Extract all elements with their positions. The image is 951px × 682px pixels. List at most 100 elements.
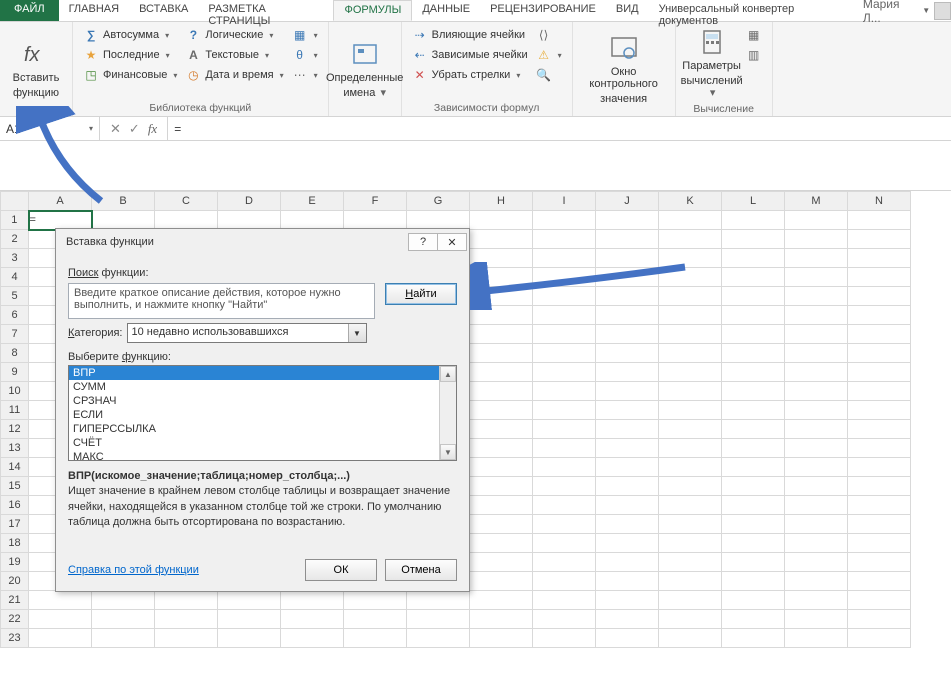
date-time-button[interactable]: ◷Дата и время▾ <box>183 66 285 84</box>
row-header[interactable]: 6 <box>1 306 29 325</box>
cell[interactable] <box>722 344 785 363</box>
row-header[interactable]: 3 <box>1 249 29 268</box>
cell[interactable] <box>470 287 533 306</box>
show-formulas-button[interactable]: ⟨⟩ <box>534 26 564 44</box>
cell[interactable] <box>848 439 911 458</box>
cell[interactable] <box>596 553 659 572</box>
cell[interactable] <box>533 420 596 439</box>
cell[interactable] <box>470 477 533 496</box>
cell[interactable] <box>848 363 911 382</box>
cell[interactable] <box>659 344 722 363</box>
cell[interactable] <box>533 401 596 420</box>
financial-button[interactable]: ◳Финансовые▾ <box>81 66 179 84</box>
cell[interactable] <box>533 287 596 306</box>
cell[interactable] <box>596 249 659 268</box>
cell[interactable] <box>659 439 722 458</box>
column-header[interactable]: F <box>344 192 407 211</box>
cell[interactable] <box>533 572 596 591</box>
cell[interactable] <box>785 268 848 287</box>
cell[interactable] <box>470 572 533 591</box>
cell[interactable] <box>596 325 659 344</box>
cell[interactable] <box>470 591 533 610</box>
cell[interactable] <box>848 344 911 363</box>
cell[interactable] <box>470 306 533 325</box>
cell[interactable] <box>596 515 659 534</box>
cell[interactable] <box>659 268 722 287</box>
cell[interactable] <box>281 610 344 629</box>
cell[interactable] <box>470 420 533 439</box>
cell[interactable] <box>848 496 911 515</box>
cell[interactable] <box>344 629 407 648</box>
row-header[interactable]: 13 <box>1 439 29 458</box>
cell[interactable] <box>722 287 785 306</box>
cell[interactable] <box>785 572 848 591</box>
cell[interactable] <box>596 477 659 496</box>
column-header[interactable]: E <box>281 192 344 211</box>
remove-arrows-button[interactable]: ✕Убрать стрелки▾ <box>410 66 530 84</box>
cell[interactable] <box>848 268 911 287</box>
cell[interactable] <box>596 401 659 420</box>
cell[interactable] <box>533 496 596 515</box>
cell[interactable] <box>470 382 533 401</box>
cell[interactable] <box>785 477 848 496</box>
column-header[interactable]: H <box>470 192 533 211</box>
function-list-item[interactable]: СЧЁТ <box>69 436 439 450</box>
cell[interactable] <box>155 211 218 230</box>
cell[interactable] <box>470 553 533 572</box>
cell[interactable] <box>407 610 470 629</box>
cell[interactable] <box>848 553 911 572</box>
cell[interactable] <box>848 382 911 401</box>
function-listbox[interactable]: ВПРСУММСРЗНАЧЕСЛИГИПЕРССЫЛКАСЧЁТМАКС ▲ ▼ <box>68 365 457 461</box>
cell[interactable] <box>659 610 722 629</box>
cell[interactable] <box>659 553 722 572</box>
trace-precedents-button[interactable]: ⇢Влияющие ячейки <box>410 26 530 44</box>
cell[interactable] <box>722 306 785 325</box>
calculation-options-button[interactable]: Параметры вычислений ▾ <box>682 24 742 102</box>
cell[interactable] <box>722 230 785 249</box>
cancel-button[interactable]: Отмена <box>385 559 457 581</box>
cell[interactable] <box>722 553 785 572</box>
cell[interactable] <box>659 591 722 610</box>
cell[interactable] <box>722 382 785 401</box>
cell[interactable] <box>596 458 659 477</box>
cell[interactable] <box>722 439 785 458</box>
cell[interactable] <box>722 420 785 439</box>
row-header[interactable]: 8 <box>1 344 29 363</box>
cell[interactable] <box>659 515 722 534</box>
find-button[interactable]: Найти <box>385 283 457 305</box>
tab-file[interactable]: ФАЙЛ <box>0 0 59 21</box>
column-header[interactable]: A <box>29 192 92 211</box>
cell[interactable] <box>470 515 533 534</box>
cell[interactable] <box>659 458 722 477</box>
cell[interactable] <box>533 230 596 249</box>
calc-now-button[interactable]: ▦ <box>744 26 764 44</box>
cell[interactable] <box>785 515 848 534</box>
cell[interactable] <box>659 534 722 553</box>
search-function-input[interactable]: Введите краткое описание действия, котор… <box>68 283 375 319</box>
cell[interactable] <box>470 458 533 477</box>
function-list-item[interactable]: МАКС <box>69 450 439 460</box>
insert-function-button[interactable]: fx Вставить функцию <box>6 24 66 113</box>
row-header[interactable]: 4 <box>1 268 29 287</box>
calc-sheet-button[interactable]: ▥ <box>744 46 764 64</box>
cell[interactable] <box>533 439 596 458</box>
column-header[interactable]: C <box>155 192 218 211</box>
row-header[interactable]: 11 <box>1 401 29 420</box>
cell[interactable] <box>596 287 659 306</box>
evaluate-formula-button[interactable]: 🔍 <box>534 66 564 84</box>
cell[interactable] <box>848 306 911 325</box>
cell[interactable] <box>848 211 911 230</box>
cell[interactable] <box>470 211 533 230</box>
trace-dependents-button[interactable]: ⇠Зависимые ячейки <box>410 46 530 64</box>
cell[interactable] <box>722 477 785 496</box>
row-header[interactable]: 12 <box>1 420 29 439</box>
cell[interactable] <box>470 629 533 648</box>
column-header[interactable]: J <box>596 192 659 211</box>
cell[interactable] <box>785 363 848 382</box>
cell[interactable] <box>218 591 281 610</box>
tab-review[interactable]: РЕЦЕНЗИРОВАНИЕ <box>480 0 606 21</box>
cell[interactable] <box>596 306 659 325</box>
cell[interactable] <box>218 629 281 648</box>
cell[interactable] <box>29 591 92 610</box>
row-header[interactable]: 18 <box>1 534 29 553</box>
